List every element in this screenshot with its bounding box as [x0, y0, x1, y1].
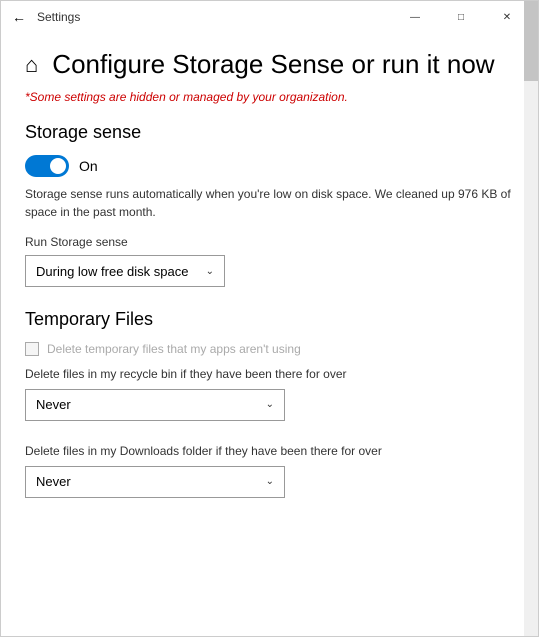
window-title: Settings: [37, 10, 392, 24]
recycle-bin-label: Delete files in my recycle bin if they h…: [25, 366, 514, 383]
window-controls: — □ ✕: [392, 1, 530, 33]
downloads-label: Delete files in my Downloads folder if t…: [25, 443, 514, 460]
downloads-value: Never: [36, 474, 71, 489]
run-storage-sense-dropdown[interactable]: During low free disk space ⌄: [25, 255, 225, 287]
run-dropdown-value: During low free disk space: [36, 264, 188, 279]
storage-sense-description: Storage sense runs automatically when yo…: [25, 185, 514, 221]
chevron-down-icon-2: ⌄: [266, 399, 274, 410]
toggle-label: On: [79, 158, 98, 174]
minimize-button[interactable]: —: [392, 1, 438, 33]
home-icon: ⌂: [25, 52, 38, 78]
org-warning: *Some settings are hidden or managed by …: [25, 90, 514, 104]
page-content: ⌂ Configure Storage Sense or run it now …: [1, 33, 538, 636]
recycle-bin-dropdown[interactable]: Never ⌄: [25, 389, 285, 421]
title-bar: ← Settings — □ ✕: [1, 1, 538, 33]
maximize-button[interactable]: □: [438, 1, 484, 33]
chevron-down-icon: ⌄: [206, 266, 214, 277]
back-button[interactable]: ←: [9, 7, 29, 27]
temporary-files-title: Temporary Files: [25, 309, 514, 330]
delete-temp-files-label: Delete temporary files that my apps aren…: [47, 342, 301, 356]
page-title: Configure Storage Sense or run it now: [52, 49, 494, 80]
toggle-thumb: [50, 158, 66, 174]
run-storage-sense-label: Run Storage sense: [25, 235, 514, 249]
toggle-row: On: [25, 155, 514, 177]
delete-temp-files-checkbox[interactable]: [25, 342, 39, 356]
storage-sense-title: Storage sense: [25, 122, 514, 143]
delete-temp-files-row: Delete temporary files that my apps aren…: [25, 342, 514, 356]
page-header: ⌂ Configure Storage Sense or run it now: [25, 33, 514, 90]
recycle-bin-value: Never: [36, 397, 71, 412]
spacer: [25, 427, 514, 443]
downloads-dropdown[interactable]: Never ⌄: [25, 466, 285, 498]
storage-sense-toggle[interactable]: [25, 155, 69, 177]
settings-window: ← Settings — □ ✕ ⌂ Configure Storage Sen…: [0, 0, 539, 637]
chevron-down-icon-3: ⌄: [266, 476, 274, 487]
